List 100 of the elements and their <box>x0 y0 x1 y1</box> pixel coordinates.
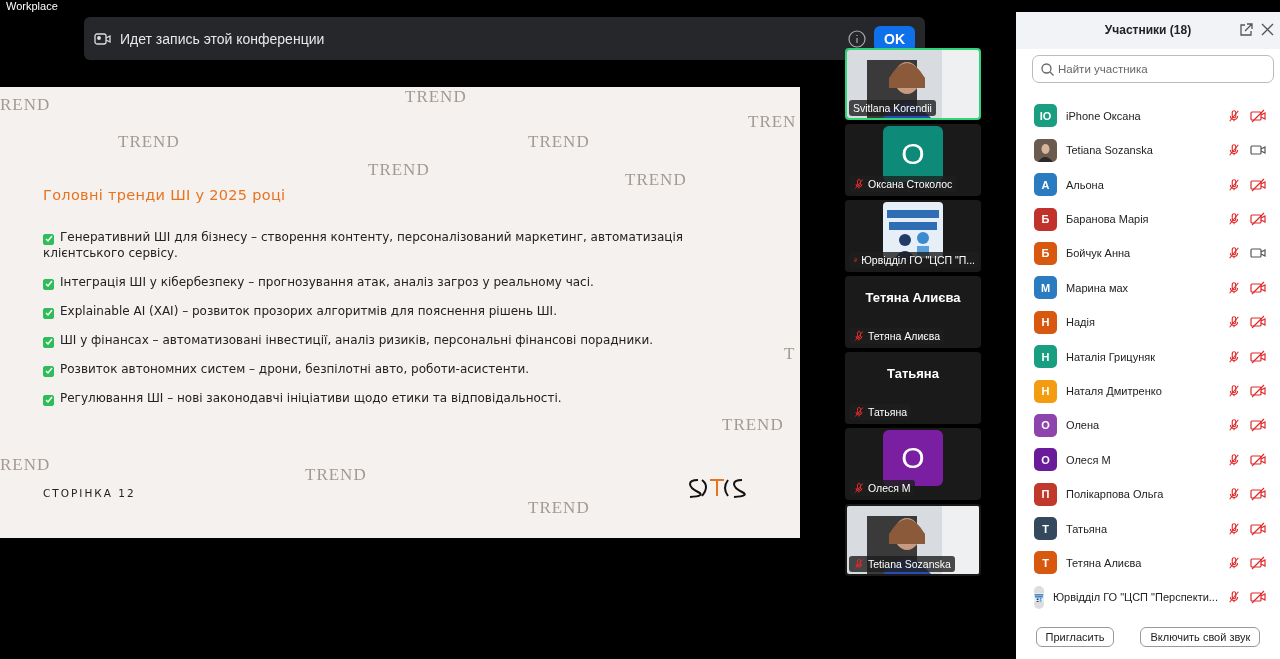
avatar: IO <box>1034 104 1057 128</box>
participant-row[interactable]: Н Наталія Грицуняк <box>1034 339 1280 374</box>
participant-name: Tetiana Sozanska <box>1066 144 1154 157</box>
participant-name: Юрвідділ ГО "ЦСП "Перспекти... <box>1052 591 1218 604</box>
watermark-text: TREND <box>722 415 784 435</box>
participant-name: Надія <box>1066 316 1096 329</box>
participant-row[interactable]: Юрвідділ ГО "ЦСП "Перспекти... <box>1034 580 1280 615</box>
panel-button[interactable]: Включить свой звук <box>1140 626 1261 647</box>
search-icon <box>1041 62 1054 76</box>
bullet-text: Розвиток автономних систем – дрони, безпілотні авто, роботи-асистенти. <box>43 361 733 377</box>
participant-name: Тетяна Алиєва <box>1066 557 1143 569</box>
participant-name: Марина мах <box>1066 281 1130 294</box>
avatar: Н <box>1034 310 1057 334</box>
video-camera-icon[interactable] <box>1250 246 1266 261</box>
video-off-icon[interactable] <box>1250 521 1266 536</box>
watermark-text: T <box>784 344 796 364</box>
participant-row[interactable]: Т Татьяна <box>1034 511 1280 546</box>
muted-mic-icon <box>853 406 865 418</box>
page-number: СТОРІНКА 12 <box>43 487 136 499</box>
participant-row[interactable]: О Олена <box>1034 408 1280 443</box>
participant-name: Наталія Грицуняк <box>1066 350 1156 363</box>
bullet-text: Генеративний ШІ для бізнесу – створення контенту, персоналізований маркетинг, автоматизація клієнтського сервісу. <box>43 229 684 261</box>
watermark-text: REND <box>0 455 51 475</box>
participant-row[interactable]: Н Наталя Дмитренко <box>1034 373 1280 409</box>
participant-row[interactable]: Т Тетяна Алиєва <box>1034 545 1280 581</box>
video-tile[interactable]: Tetiana Sozanska <box>845 504 981 576</box>
participant-name: Татьяна <box>868 406 908 418</box>
avatar: О <box>1034 413 1057 437</box>
pop-out-icon[interactable] <box>1239 23 1253 38</box>
participant-row[interactable]: Н Надія <box>1034 305 1280 340</box>
video-camera-icon[interactable] <box>1250 143 1266 158</box>
participant-name: iPhone Оксана <box>1066 109 1142 122</box>
video-tile[interactable]: О Оксана Стоколос <box>845 124 981 196</box>
watermark-text: TREN <box>748 112 797 132</box>
participant-name: Svitlana Korendii <box>853 102 932 114</box>
video-off-icon[interactable] <box>1250 452 1266 467</box>
participant-row[interactable]: О Олеся М <box>1034 442 1280 477</box>
watermark-text: TREND <box>528 132 590 152</box>
participant-name: Полікарпова Ольга <box>1066 488 1165 501</box>
bullet-text: Регулювання ШІ – нові законодавчі ініціативи щодо етики та відповідальності. <box>43 390 733 406</box>
muted-mic-icon <box>853 178 865 190</box>
participant-row[interactable]: Б Баранова Марія <box>1034 201 1280 237</box>
muted-mic-icon <box>853 558 865 570</box>
participant-row[interactable]: IO iPhone Оксана <box>1034 98 1280 134</box>
participant-name: Наталя Дмитренко <box>1066 385 1163 398</box>
video-tile[interactable]: Svitlana Korendii <box>845 48 981 120</box>
participant-name: Альона <box>1066 178 1105 191</box>
watermark-text: TREND <box>405 87 467 107</box>
recording-icon <box>94 31 112 46</box>
video-tile[interactable]: Татьяна Татьяна <box>845 352 981 424</box>
info-icon[interactable] <box>848 29 866 48</box>
participant-name: Tetiana Sozanska <box>868 558 951 570</box>
avatar: Т <box>1034 517 1057 541</box>
watermark-text: TREND <box>528 498 590 518</box>
video-tile[interactable]: Юрвідділ ГО "ЦСП "П... <box>845 200 981 272</box>
app-title: Workplace <box>6 0 58 12</box>
video-off-icon[interactable] <box>1250 384 1266 399</box>
video-off-icon[interactable] <box>1250 590 1266 605</box>
participant-name: Татьяна <box>887 366 939 381</box>
video-off-icon[interactable] <box>1250 212 1266 227</box>
participant-row[interactable]: Б Бойчук Анна <box>1034 236 1280 271</box>
video-off-icon[interactable] <box>1250 280 1266 295</box>
bullet-text: Інтеграція ШІ у кібербезпеку – прогнозування атак, аналіз загроз у реальному часі. <box>43 274 733 290</box>
logo-icon <box>688 477 746 499</box>
participant-row[interactable]: М Марина мах <box>1034 270 1280 306</box>
video-off-icon[interactable] <box>1250 108 1266 123</box>
video-off-icon[interactable] <box>1250 418 1266 433</box>
bullet-text: ШІ у фінансах – автоматизовані інвестиції, аналіз ризиків, персональні фінансові порадники. <box>43 332 733 348</box>
avatar: П <box>1034 482 1057 506</box>
participant-name: Баранова Марія <box>1066 213 1150 226</box>
participant-name: Тетяна Алиєва <box>865 290 961 305</box>
participant-name: Олеся М <box>1066 453 1112 466</box>
participant-row[interactable]: Tetiana Sozanska <box>1034 133 1280 168</box>
avatar: О <box>1034 448 1057 472</box>
avatar: Т <box>1034 551 1057 575</box>
video-off-icon[interactable] <box>1250 487 1266 502</box>
participant-row[interactable]: А Альона <box>1034 167 1280 202</box>
video-tile[interactable]: О Олеся М <box>845 428 981 500</box>
watermark-text: TREND <box>305 465 367 485</box>
panel-button[interactable]: Пригласить <box>1035 626 1115 647</box>
avatar: Н <box>1034 379 1057 403</box>
notice-text: Идет запись этой конференции <box>120 30 326 47</box>
muted-mic-icon <box>853 482 865 494</box>
avatar: Б <box>1034 207 1057 231</box>
panel-title: Участники (18) <box>1104 23 1192 38</box>
video-off-icon[interactable] <box>1250 349 1266 364</box>
slide-title: Головні тренди ШІ у 2025 році <box>43 187 287 203</box>
muted-mic-icon <box>853 330 865 342</box>
video-off-icon[interactable] <box>1250 556 1266 570</box>
participant-name: Юрвідділ ГО "ЦСП "П... <box>861 254 975 266</box>
search-field[interactable]: Найти участника <box>1032 54 1274 83</box>
participant-row[interactable]: П Полікарпова Ольга <box>1034 477 1280 512</box>
video-off-icon[interactable] <box>1250 315 1266 330</box>
avatar: А <box>1034 173 1057 197</box>
close-icon[interactable] <box>1261 23 1274 37</box>
avatar: М <box>1034 276 1057 300</box>
video-off-icon[interactable] <box>1250 177 1266 192</box>
video-tile[interactable]: Тетяна Алиєва Тетяна Алиєва <box>845 276 981 348</box>
avatar: Б <box>1034 241 1057 265</box>
participant-name: Олена <box>1066 419 1101 432</box>
